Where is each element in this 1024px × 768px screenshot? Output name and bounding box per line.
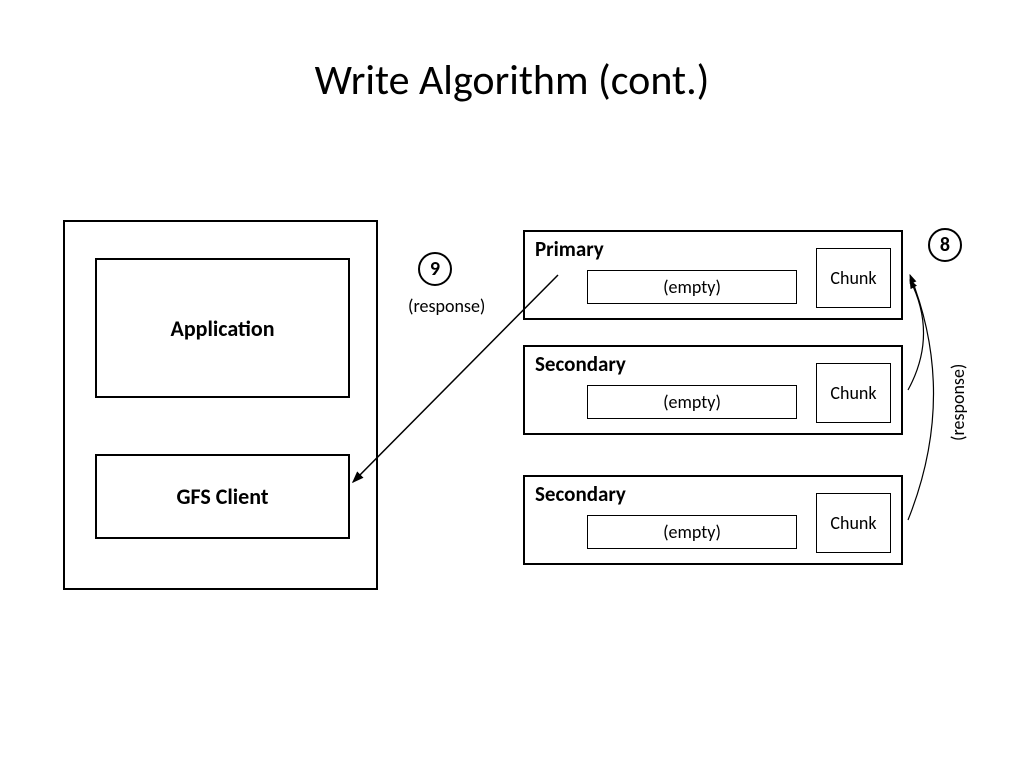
- buffer-box: (empty): [587, 270, 797, 304]
- response-label-8: (response): [947, 364, 969, 441]
- primary-server-box: Primary (empty) Chunk: [523, 230, 903, 320]
- chunk-box: Chunk: [816, 248, 891, 308]
- step-9-circle: 9: [418, 252, 452, 286]
- buffer-box: (empty): [587, 515, 797, 549]
- gfs-client-box: GFS Client: [95, 454, 350, 539]
- step-8-circle: 8: [928, 228, 962, 262]
- client-container: Application GFS Client: [63, 220, 378, 590]
- response-label-9: (response): [408, 295, 485, 317]
- server-label: Secondary: [535, 351, 626, 377]
- chunk-box: Chunk: [816, 493, 891, 553]
- chunk-box: Chunk: [816, 363, 891, 423]
- server-label: Primary: [535, 236, 604, 262]
- buffer-box: (empty): [587, 385, 797, 419]
- diagram-area: Application GFS Client 9 (response) 8 (r…: [58, 220, 968, 600]
- secondary-server-box-2: Secondary (empty) Chunk: [523, 475, 903, 565]
- server-label: Secondary: [535, 481, 626, 507]
- secondary-server-box-1: Secondary (empty) Chunk: [523, 345, 903, 435]
- application-box: Application: [95, 258, 350, 398]
- slide-title: Write Algorithm (cont.): [0, 0, 1024, 106]
